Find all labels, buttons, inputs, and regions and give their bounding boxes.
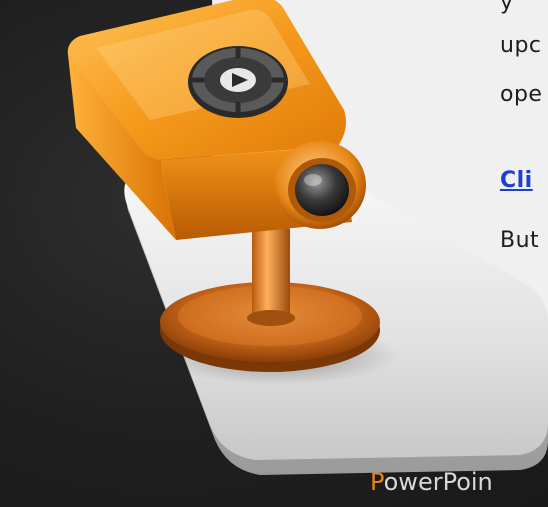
app-screen: y upc ope Cli But PowerPoin bbox=[0, 0, 548, 507]
app-name-first-letter: P bbox=[370, 468, 384, 496]
app-name-label: PowerPoin bbox=[370, 468, 493, 496]
projector-icon bbox=[67, 0, 548, 475]
app-name-rest: owerPoin bbox=[383, 468, 493, 496]
